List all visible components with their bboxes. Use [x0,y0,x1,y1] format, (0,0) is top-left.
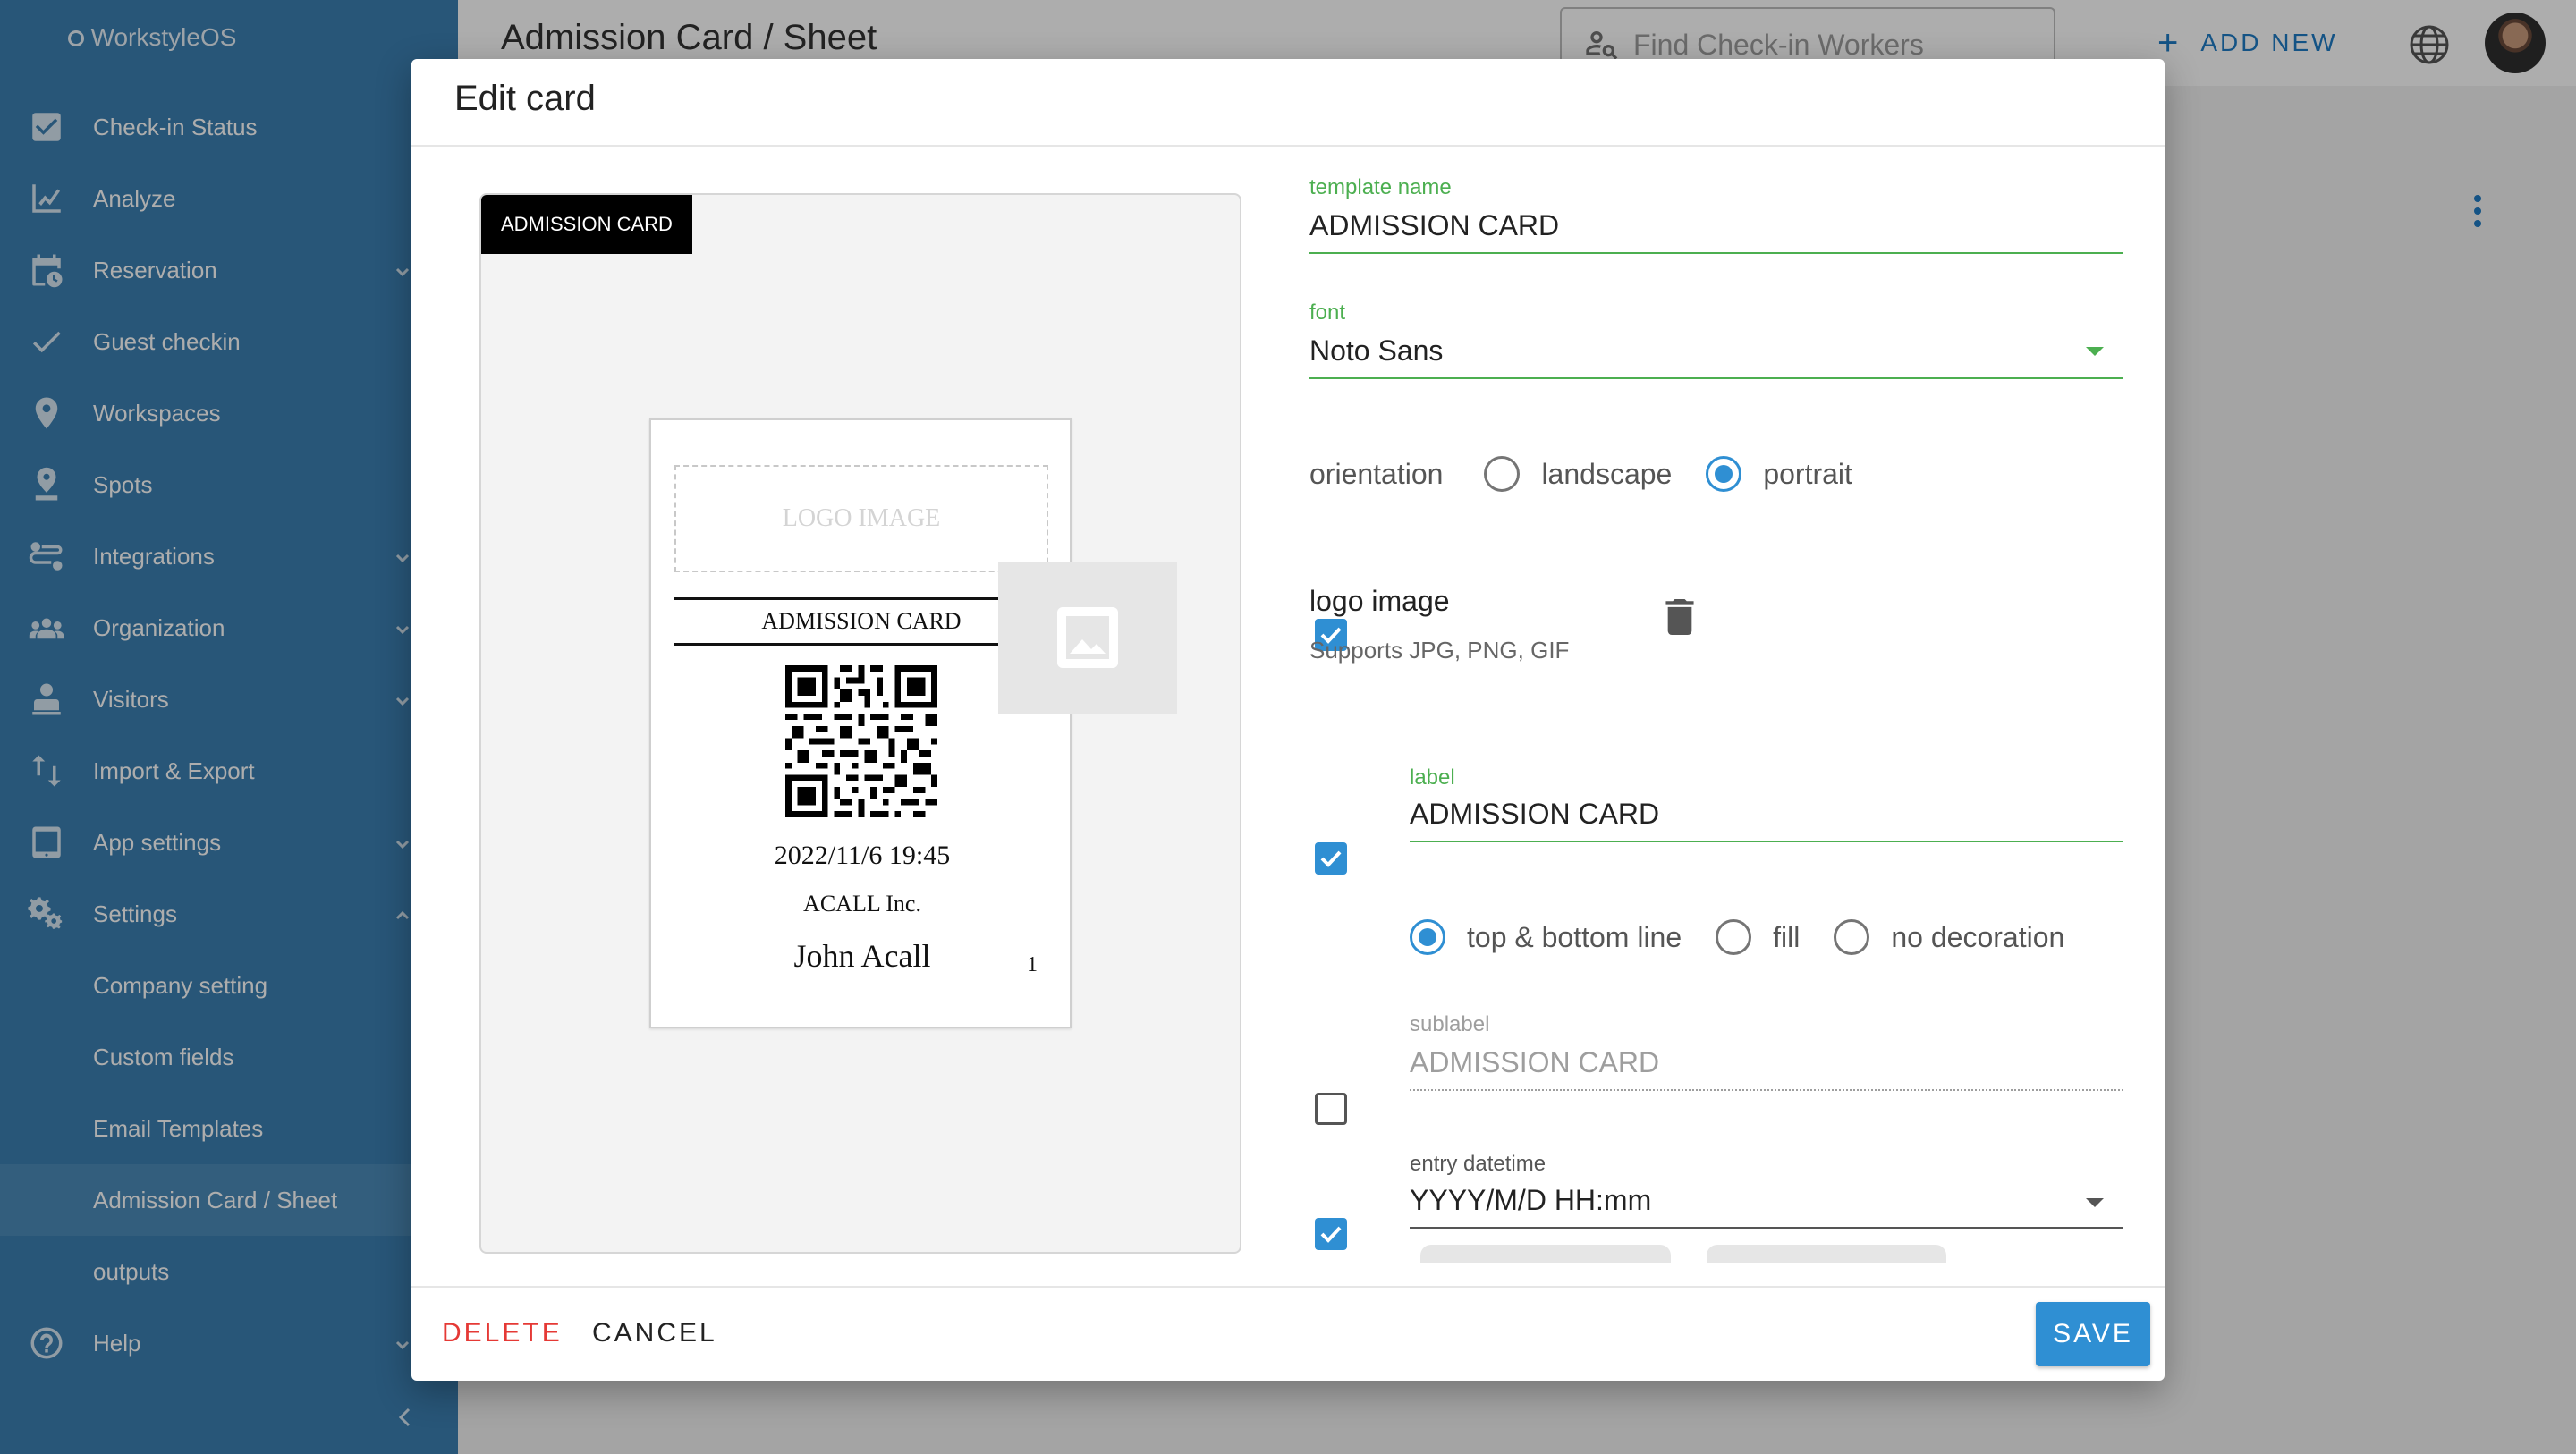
template-name-label: template name [1309,175,1452,199]
label-field-label: label [1410,765,1455,790]
label-underline [1410,841,2123,842]
divider [411,145,2165,147]
template-name-input[interactable]: ADMISSION CARD [1309,209,1559,242]
card-name: John Acall [793,938,931,974]
card-datetime: 2022/11/6 19:45 [774,841,951,870]
logo-image-thumbnail[interactable] [998,562,1177,714]
qr-code-icon [785,665,937,817]
logo-placeholder: LOGO IMAGE [674,465,1048,572]
entry-datetime-select[interactable]: YYYY/M/D HH:mm [1410,1184,1651,1217]
radio-on [1706,456,1742,492]
sublabel-underline [1410,1089,2123,1091]
cancel-button[interactable]: CANCEL [592,1318,717,1348]
save-button[interactable]: SAVE [2036,1302,2150,1366]
dropdown-arrow-icon[interactable] [2086,1198,2104,1207]
decoration-top-bottom-radio[interactable]: top & bottom line [1410,919,1682,955]
entry-datetime-label: entry datetime [1410,1152,1546,1176]
logo-image-title: logo image [1309,585,1450,617]
dialog-title: Edit card [454,79,596,118]
preview-tag: ADMISSION CARD [481,195,692,254]
entry-datetime-underline [1410,1227,2123,1229]
card-number: 1 [1027,953,1038,976]
template-name-underline [1309,252,2123,254]
orientation-label: orientation [1309,457,1444,490]
font-select[interactable]: Noto Sans [1309,334,1443,368]
label-decoration-group: top & bottom line fill no decoration [1410,919,2098,955]
admission-card-preview: LOGO IMAGE ADMISSION CARD 2022/11/6 19:4… [649,418,1072,1028]
delete-logo-icon[interactable] [1665,599,1694,635]
sublabel-checkbox[interactable] [1315,1093,1347,1125]
card-preview-panel: ADMISSION CARD LOGO IMAGE ADMISSION CARD… [479,193,1241,1254]
font-underline [1309,377,2123,379]
radio-off [1484,456,1521,492]
decoration-none-radio[interactable]: no decoration [1834,919,2064,955]
label-input[interactable]: ADMISSION CARD [1410,798,1659,831]
font-label: font [1309,300,1346,325]
chip[interactable] [1707,1245,1946,1263]
radio-on [1410,919,1445,955]
entry-datetime-checkbox[interactable] [1315,1218,1347,1250]
card-label: ADMISSION CARD [674,597,1048,646]
radio-off [1716,919,1752,955]
logo-image-hint: Supports JPG, PNG, GIF [1309,637,1570,664]
orientation-portrait-radio[interactable]: portrait [1706,456,1852,492]
orientation-landscape-radio[interactable]: landscape [1484,456,1672,492]
chip[interactable] [1420,1245,1671,1263]
image-placeholder-icon [1057,607,1118,668]
decoration-fill-radio[interactable]: fill [1716,919,1800,955]
sublabel-input[interactable]: ADMISSION CARD [1410,1046,1659,1079]
label-checkbox[interactable] [1315,842,1347,875]
radio-off [1834,919,1870,955]
sublabel-field-label: sublabel [1410,1012,1490,1036]
edit-card-dialog: Edit card ADMISSION CARD LOGO IMAGE ADMI… [411,59,2165,1381]
delete-button[interactable]: DELETE [442,1318,563,1348]
dropdown-arrow-icon[interactable] [2086,347,2104,356]
divider [411,1286,2165,1288]
orientation-group: orientation landscape portrait [1309,456,1886,492]
card-company: ACALL Inc. [803,891,921,917]
